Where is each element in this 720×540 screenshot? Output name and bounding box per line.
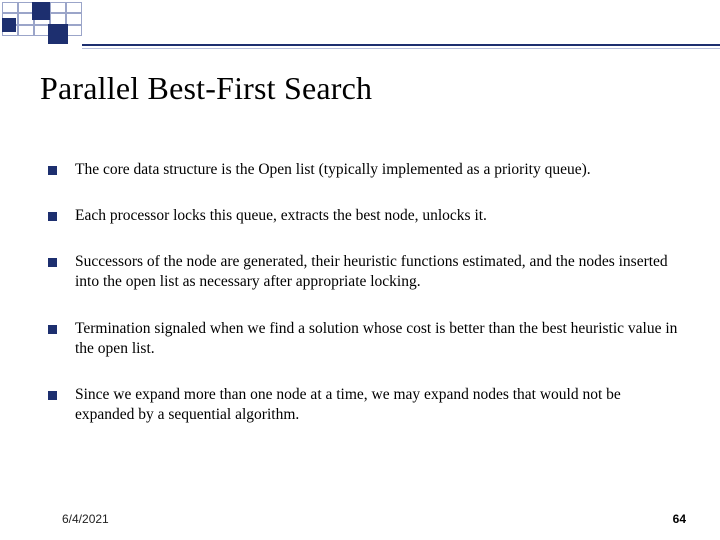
bullet-text: Since we expand more than one node at a … [75, 385, 682, 425]
bullet-text: The core data structure is the Open list… [75, 160, 591, 180]
corner-square-icon [32, 2, 50, 20]
square-bullet-icon [48, 166, 57, 175]
bullet-text: Successors of the node are generated, th… [75, 252, 682, 292]
list-item: Since we expand more than one node at a … [48, 385, 682, 425]
divider-line [82, 48, 720, 49]
divider-line [82, 44, 720, 46]
list-item: Termination signaled when we find a solu… [48, 319, 682, 359]
bullet-text: Termination signaled when we find a solu… [75, 319, 682, 359]
slide-title: Parallel Best-First Search [40, 70, 372, 107]
footer-date: 6/4/2021 [62, 512, 109, 526]
square-bullet-icon [48, 391, 57, 400]
square-bullet-icon [48, 325, 57, 334]
list-item: Each processor locks this queue, extract… [48, 206, 682, 226]
footer-page-number: 64 [673, 512, 686, 526]
list-item: The core data structure is the Open list… [48, 160, 682, 180]
slide: Parallel Best-First Search The core data… [0, 0, 720, 540]
bullet-text: Each processor locks this queue, extract… [75, 206, 487, 226]
square-bullet-icon [48, 212, 57, 221]
list-item: Successors of the node are generated, th… [48, 252, 682, 292]
top-decoration [0, 0, 720, 48]
body-content: The core data structure is the Open list… [48, 160, 682, 451]
corner-square-icon [2, 18, 16, 32]
square-bullet-icon [48, 258, 57, 267]
corner-square-icon [48, 24, 68, 44]
